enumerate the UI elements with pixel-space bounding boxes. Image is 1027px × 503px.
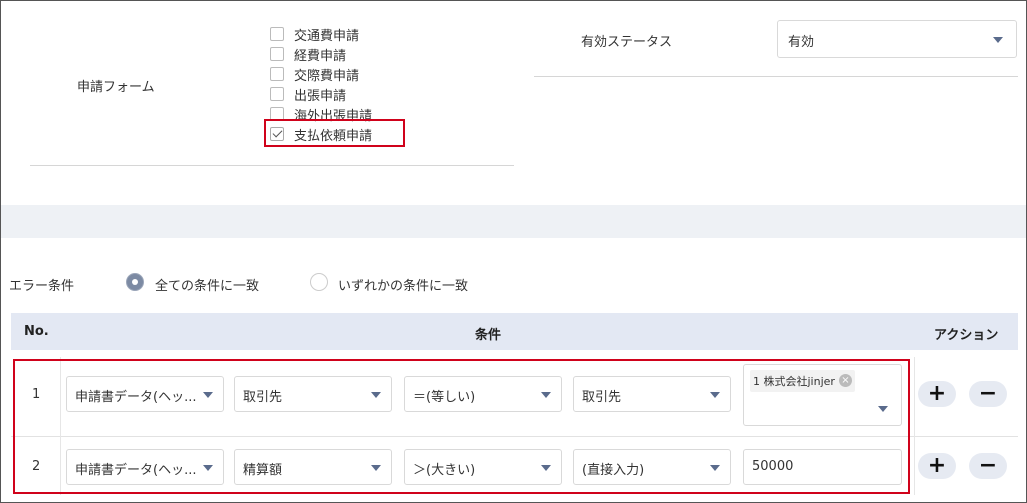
radio-all-conditions-label: 全ての条件に一致 [155,279,260,294]
checkbox[interactable] [270,67,284,81]
header-condition: 条件 [475,328,502,343]
remove-row-button[interactable]: − [969,453,1007,479]
checkbox-item-business-trip[interactable]: 出張申請 [270,84,372,104]
radio-any-condition-label: いずれかの条件に一致 [338,279,469,294]
checkbox[interactable] [270,87,284,101]
header-no: No. [24,324,49,339]
conditions-table-header: No. 条件 アクション [11,313,1018,350]
checkbox-item-expense[interactable]: 経費申請 [270,44,372,64]
checkbox-item-transport[interactable]: 交通費申請 [270,24,372,44]
divider [30,165,514,166]
divider [534,76,1018,77]
checkbox-label: 交通費申請 [294,28,360,44]
highlight-box [264,119,405,147]
form-label: 申請フォーム [77,80,155,95]
remove-row-button[interactable]: − [969,381,1007,407]
status-select-value: 有効 [788,35,815,50]
checkbox-label: 経費申請 [294,48,347,64]
status-label: 有効ステータス [581,35,673,50]
status-select[interactable]: 有効 [777,20,1017,58]
checkbox-label: 交際費申請 [294,68,360,84]
checkbox-label: 出張申請 [294,88,347,104]
radio-all-conditions[interactable] [126,273,144,291]
header-action: アクション [934,328,999,343]
checkbox-item-entertainment[interactable]: 交際費申請 [270,64,372,84]
highlight-box [13,359,910,494]
add-row-button[interactable]: + [918,453,956,479]
add-row-button[interactable]: + [918,381,956,407]
section-separator-band [1,205,1026,238]
column-divider [914,357,915,495]
error-condition-label: エラー条件 [9,279,75,294]
radio-any-condition[interactable] [310,273,328,291]
chevron-down-icon [993,37,1003,43]
checkbox[interactable] [270,47,284,61]
checkbox[interactable] [270,27,284,41]
